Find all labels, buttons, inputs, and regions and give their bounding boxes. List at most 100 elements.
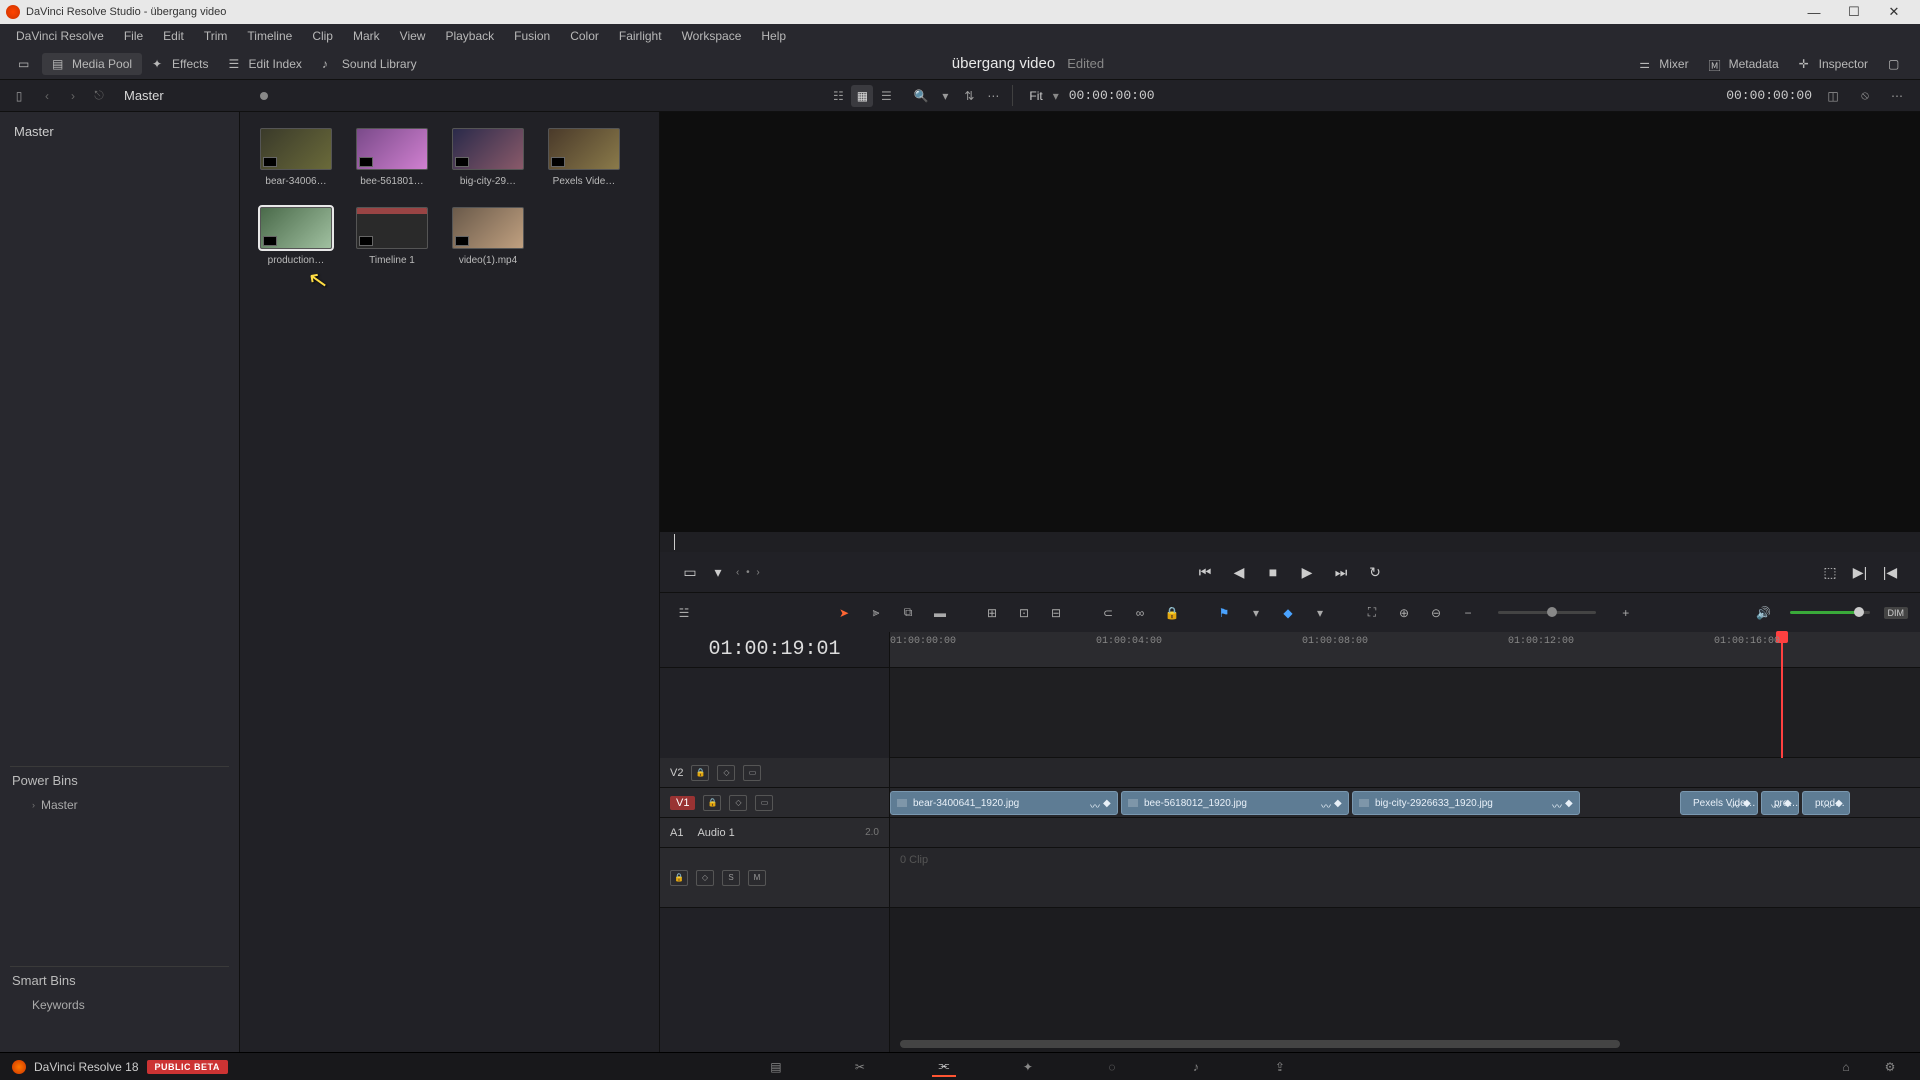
overwrite-icon[interactable]: ⊡ — [1012, 601, 1036, 625]
clip-item[interactable]: bee-561801… — [356, 128, 428, 187]
nav-link-icon[interactable]: ⎋ — [90, 88, 108, 103]
menu-timeline[interactable]: Timeline — [237, 26, 302, 46]
maximize-button[interactable]: ☐ — [1834, 2, 1874, 22]
clip-thumbnail[interactable] — [452, 128, 524, 170]
close-button[interactable]: ✕ — [1874, 2, 1914, 22]
bypass-icon[interactable]: ⦸ — [1854, 85, 1876, 107]
menu-trim[interactable]: Trim — [194, 26, 238, 46]
mixer-button[interactable]: ⚌Mixer — [1629, 53, 1698, 75]
track-head-a1[interactable]: A1 Audio 1 2.0 — [660, 818, 890, 848]
project-settings-icon[interactable]: ⚙ — [1878, 1057, 1902, 1077]
view-thumb-icon[interactable]: ▦ — [851, 85, 873, 107]
menu-workspace[interactable]: Workspace — [672, 26, 752, 46]
menu-clip[interactable]: Clip — [302, 26, 343, 46]
page-deliver-icon[interactable]: ⇪ — [1268, 1057, 1292, 1077]
dual-viewer-icon[interactable]: ◫ — [1822, 85, 1844, 107]
page-fairlight-icon[interactable]: ♪ — [1184, 1057, 1208, 1077]
menu-fairlight[interactable]: Fairlight — [609, 26, 672, 46]
track-a1-mute-button[interactable]: M — [748, 870, 766, 886]
clip-item[interactable]: Timeline 1 — [356, 207, 428, 266]
timeline-ruler[interactable]: 01:00:00:0001:00:04:0001:00:08:0001:00:1… — [890, 632, 1920, 667]
track-body-v2[interactable] — [890, 758, 1920, 788]
stop-icon[interactable]: ■ — [1263, 562, 1283, 582]
page-media-icon[interactable]: ▤ — [764, 1057, 788, 1077]
match-frame-icons[interactable]: ‹ • › — [736, 567, 762, 578]
menu-help[interactable]: Help — [751, 26, 796, 46]
zoom-dropdown-icon[interactable]: ▾ — [1053, 89, 1059, 103]
page-color-icon[interactable]: ◌ — [1100, 1057, 1124, 1077]
blade-tool-icon[interactable]: ▬ — [928, 601, 952, 625]
viewer-canvas[interactable] — [660, 112, 1920, 532]
clip-thumbnail[interactable] — [356, 207, 428, 249]
timeline-clip[interactable]: big-city-2926633_1920.jpg〰◆ — [1352, 791, 1580, 815]
zoom-custom-icon[interactable]: ⊖ — [1424, 601, 1448, 625]
search-icon[interactable]: 🔍 — [910, 85, 932, 107]
panel-toggle-button[interactable]: ▭ — [8, 53, 42, 75]
zoom-slider[interactable] — [1498, 611, 1596, 614]
marker-dropdown[interactable]: ▾ — [1308, 601, 1332, 625]
trim-tool-icon[interactable]: ⫸ — [864, 601, 888, 625]
flag-icon[interactable]: ⚑ — [1212, 601, 1236, 625]
clip-item[interactable]: bear-34006… — [260, 128, 332, 187]
menu-color[interactable]: Color — [560, 26, 609, 46]
timeline-clip[interactable]: Pexels Vide…〰◆ — [1680, 791, 1758, 815]
lock-icon[interactable]: 🔒 — [1160, 601, 1184, 625]
home-icon[interactable]: ⌂ — [1834, 1057, 1858, 1077]
bin-list-toggle[interactable]: ▯ — [8, 85, 30, 107]
clip-thumbnail[interactable] — [260, 207, 332, 249]
minimize-button[interactable]: — — [1794, 2, 1834, 22]
play-icon[interactable]: ▶ — [1297, 562, 1317, 582]
marker-icon[interactable]: ◆ — [1276, 601, 1300, 625]
clip-item[interactable]: Pexels Vide… — [548, 128, 620, 187]
smart-bin-keywords[interactable]: Keywords — [10, 994, 229, 1016]
menu-view[interactable]: View — [390, 26, 436, 46]
effects-button[interactable]: ✦Effects — [142, 53, 218, 75]
monitor-volume-icon[interactable]: 🔊 — [1752, 601, 1776, 625]
clip-thumbnail[interactable] — [548, 128, 620, 170]
sound-library-button[interactable]: ♪Sound Library — [312, 53, 427, 75]
track-v2-auto-icon[interactable]: ◇ — [717, 765, 735, 781]
track-v1-lock-icon[interactable]: 🔒 — [703, 795, 721, 811]
track-v2-disable-icon[interactable]: ▭ — [743, 765, 761, 781]
viewer-more-icon[interactable]: ⋯ — [1886, 85, 1908, 107]
menu-mark[interactable]: Mark — [343, 26, 390, 46]
viewer-mode-icon[interactable]: ▭ — [680, 562, 700, 582]
loop-icon[interactable]: ↻ — [1365, 562, 1385, 582]
power-bins-header[interactable]: Power Bins — [10, 766, 229, 794]
timeline-clip[interactable]: bear-3400641_1920.jpg〰◆ — [890, 791, 1118, 815]
zoom-fit-label[interactable]: Fit — [1029, 89, 1042, 103]
insert-icon[interactable]: ⊞ — [980, 601, 1004, 625]
track-head-v2[interactable]: V2 🔒 ◇ ▭ — [660, 758, 890, 788]
dynamic-trim-icon[interactable]: ⧉ — [896, 601, 920, 625]
view-list-icon[interactable]: ☰ — [875, 85, 897, 107]
track-a1-solo-button[interactable]: S — [722, 870, 740, 886]
clip-thumbnail[interactable] — [260, 128, 332, 170]
expand-button[interactable]: ▢ — [1878, 53, 1912, 75]
menu-file[interactable]: File — [114, 26, 153, 46]
media-pool-grid[interactable]: bear-34006…bee-561801…big-city-29…Pexels… — [240, 112, 660, 1052]
flag-dropdown[interactable]: ▾ — [1244, 601, 1268, 625]
timeline-clip[interactable]: bee-5618012_1920.jpg〰◆ — [1121, 791, 1349, 815]
smart-bins-header[interactable]: Smart Bins — [10, 966, 229, 994]
zoom-in-icon[interactable]: + — [1614, 601, 1638, 625]
metadata-button[interactable]: 🄼Metadata — [1699, 53, 1789, 75]
jump-last-icon[interactable]: ⏭ — [1331, 562, 1351, 582]
replace-icon[interactable]: ⊟ — [1044, 601, 1068, 625]
viewer-playhead[interactable] — [674, 534, 675, 550]
nav-back[interactable]: ‹ — [38, 89, 56, 103]
menu-fusion[interactable]: Fusion — [504, 26, 560, 46]
timeline-clip[interactable]: pro…〰◆ — [1761, 791, 1799, 815]
track-v2-lock-icon[interactable]: 🔒 — [691, 765, 709, 781]
track-head-a1-controls[interactable]: 🔒 ◇ S M — [660, 848, 890, 908]
power-bin-master[interactable]: ›Master — [10, 794, 229, 816]
timeline-h-scrollbar[interactable] — [900, 1040, 1620, 1048]
track-a1-arm-icon[interactable]: ◇ — [696, 870, 714, 886]
timeline-view-options-icon[interactable]: ☱ — [672, 601, 696, 625]
track-body-a1[interactable]: 0 Clip — [890, 848, 1920, 908]
clip-item[interactable]: video(1).mp4 — [452, 207, 524, 266]
viewer-scrubber[interactable] — [660, 532, 1920, 552]
track-body-a1-header[interactable] — [890, 818, 1920, 848]
play-reverse-icon[interactable]: ◀ — [1229, 562, 1249, 582]
zoom-full-icon[interactable]: ⛶ — [1360, 601, 1384, 625]
track-a1-lock-icon[interactable]: 🔒 — [670, 870, 688, 886]
